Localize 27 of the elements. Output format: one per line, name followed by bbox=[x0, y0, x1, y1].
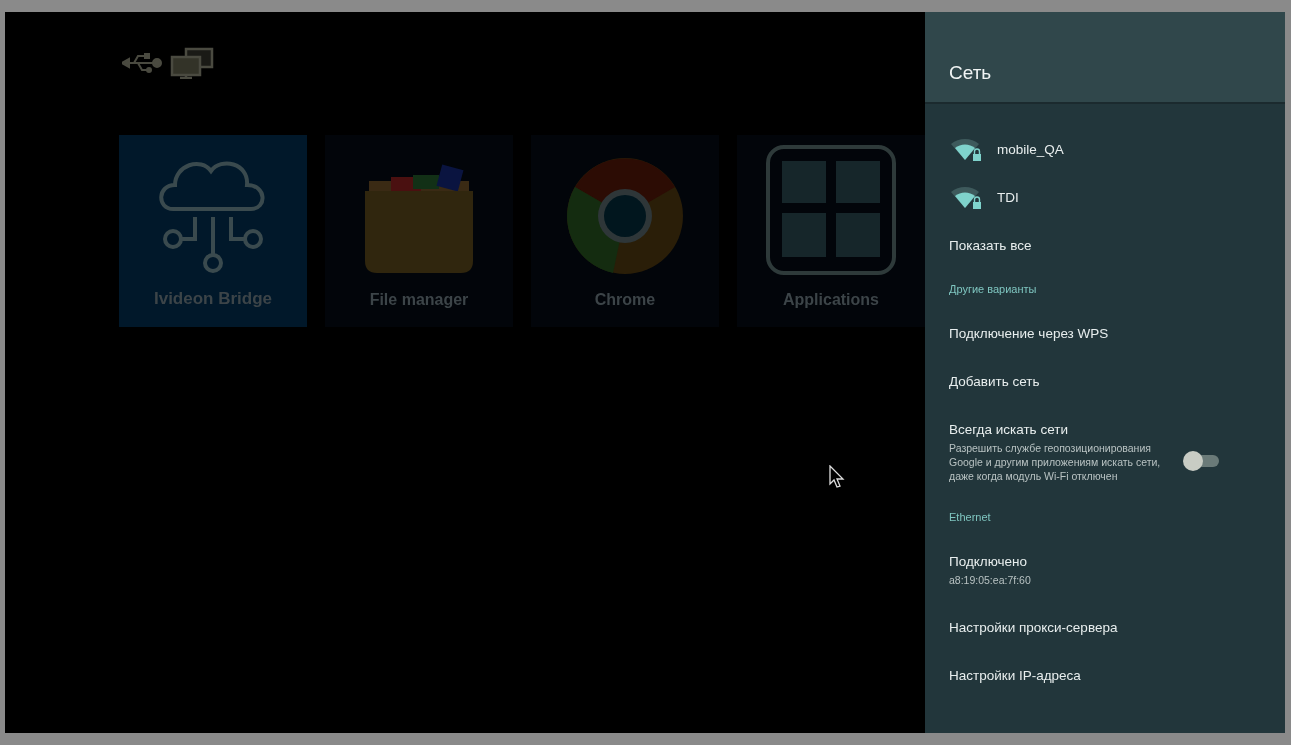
app-label: Ivideon Bridge bbox=[153, 289, 273, 309]
toggle-setting-item[interactable]: Всегда искать сети Разрешить службе геопозиционирования Google и другим приложениям искать сети, даже когда модуль Wi-Fi отключен bbox=[925, 405, 1285, 497]
settings-item[interactable]: Настройки прокси-сервера bbox=[925, 603, 1285, 651]
settings-item[interactable]: Настройки IP-адреса bbox=[925, 651, 1285, 699]
mouse-pointer-icon bbox=[829, 465, 845, 489]
setting-description: Разрешить службе геопозиционирования Google и другим приложениям искать сети, даже когда модуль Wi-Fi отключен bbox=[949, 441, 1162, 483]
usb-icon bbox=[122, 52, 162, 74]
connection-status-item[interactable]: Подключено a8:19:05:ea:7f:60 bbox=[925, 537, 1285, 603]
app-label: File manager bbox=[369, 291, 469, 309]
settings-item[interactable]: Добавить сеть bbox=[925, 357, 1285, 405]
section-header: Ethernet bbox=[948, 510, 992, 525]
apps-grid-icon bbox=[766, 145, 896, 275]
mac-address: a8:19:05:ea:7f:60 bbox=[949, 572, 1032, 587]
settings-item[interactable]: Показать все bbox=[925, 221, 1285, 269]
app-label: Applications bbox=[783, 291, 879, 309]
wifi-network-item[interactable]: TDI bbox=[925, 173, 1285, 221]
status-title: Подключено bbox=[949, 553, 1029, 569]
section-header: Другие варианты bbox=[948, 282, 1038, 297]
browser-icon bbox=[566, 157, 684, 275]
app-label: Chrome bbox=[594, 291, 656, 309]
monitors-icon bbox=[170, 47, 214, 79]
wifi-network-item[interactable]: mobile_QA bbox=[925, 125, 1285, 173]
wifi-lock-icon bbox=[949, 184, 983, 210]
panel-title: Сеть bbox=[949, 62, 992, 84]
settings-item[interactable]: Подключение через WPS bbox=[925, 309, 1285, 357]
wifi-lock-icon bbox=[949, 136, 983, 162]
setting-title: Всегда искать сети bbox=[949, 422, 1069, 437]
